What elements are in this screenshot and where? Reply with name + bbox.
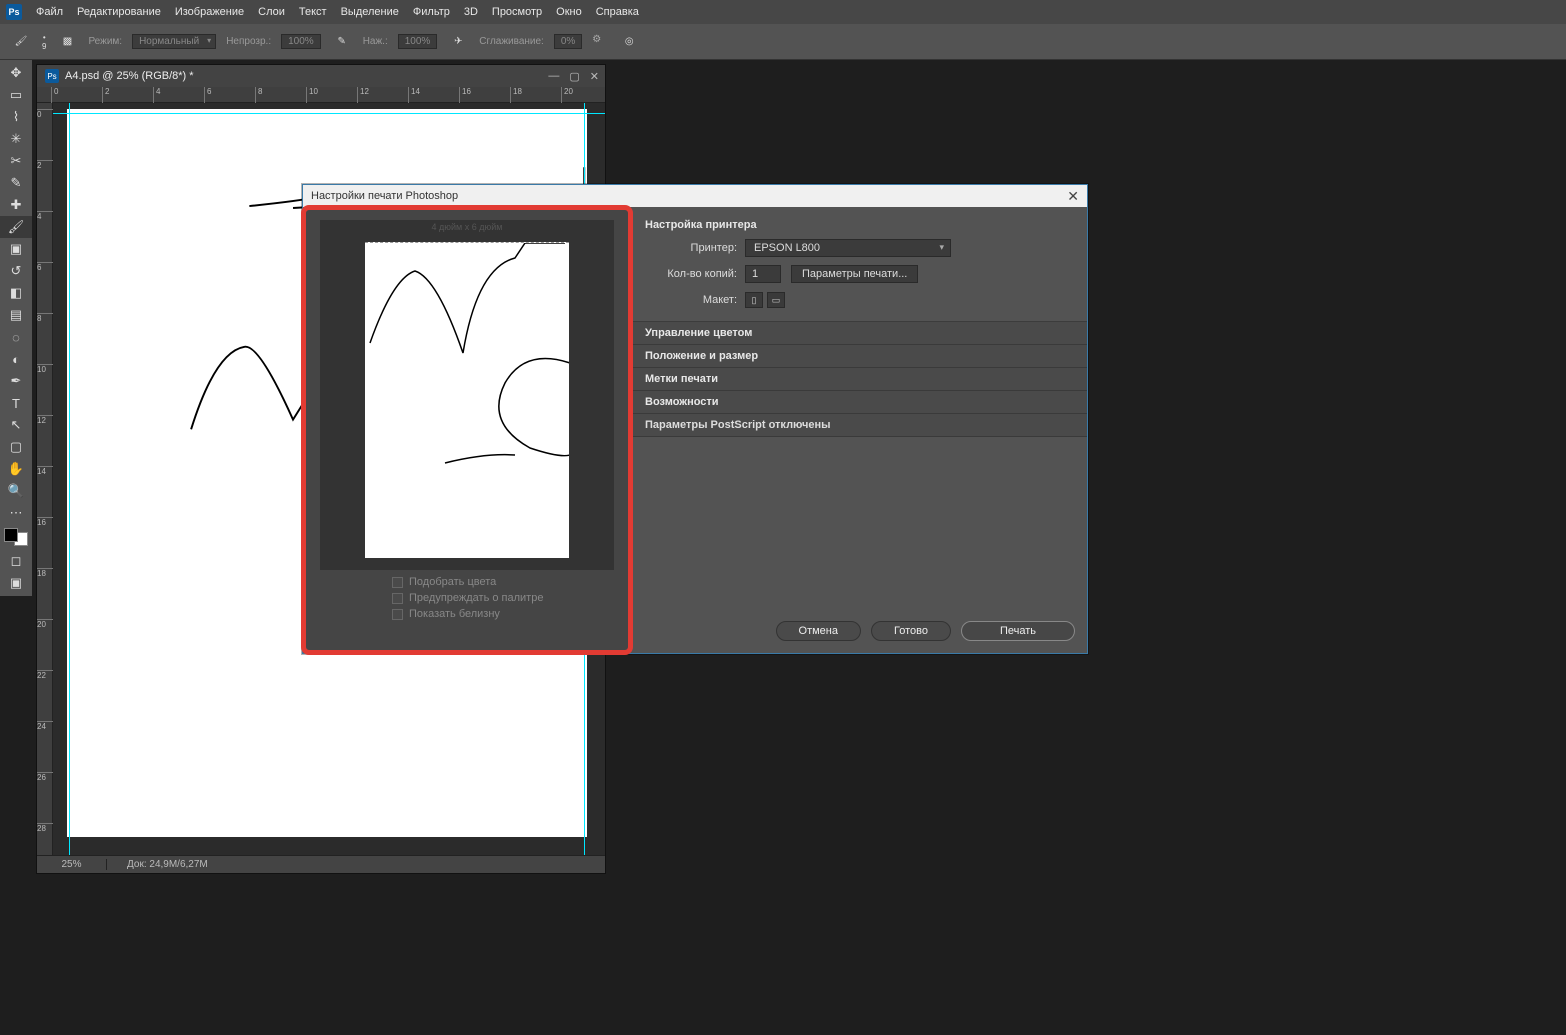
blur-icon[interactable]: ◌ (0, 326, 32, 348)
menu-layers[interactable]: Слои (258, 6, 285, 18)
cancel-button[interactable]: Отмена (776, 621, 861, 641)
print-preview-pane: 4 дюйм x 6 дюйм Подобрать цвета Предупре… (301, 205, 633, 655)
flow-input[interactable]: 100% (398, 34, 438, 49)
print-preview-page (365, 242, 569, 558)
copies-label: Кол-во копий: (633, 268, 745, 280)
mode-select[interactable]: Нормальный (132, 34, 216, 49)
brush-size-value: 9 (42, 42, 46, 51)
opacity-input[interactable]: 100% (281, 34, 321, 49)
doc-ps-icon: Ps (45, 69, 59, 83)
menu-help[interactable]: Справка (596, 6, 639, 18)
printer-setup-header: Настройка принтера (633, 215, 1087, 235)
opacity-label: Непрозр.: (226, 36, 271, 47)
layout-portrait-icon[interactable]: ▯ (745, 292, 763, 308)
check-match-colors: Подобрать цвета (392, 576, 628, 588)
section-position-size[interactable]: Положение и размер (633, 345, 1087, 368)
marquee-icon[interactable]: ▭ (0, 84, 32, 106)
section-postscript[interactable]: Параметры PostScript отключены (633, 414, 1087, 437)
document-titlebar: Ps A4.psd @ 25% (RGB/8*) * — ▢ ✕ (37, 65, 605, 87)
zoom-level[interactable]: 25% (37, 859, 107, 870)
preview-size-label: 4 дюйм x 6 дюйм (320, 222, 614, 232)
shape-icon[interactable]: ▢ (0, 436, 32, 458)
layout-label: Макет: (633, 294, 745, 306)
flow-label: Наж.: (363, 36, 388, 47)
heal-icon[interactable]: ✚ (0, 194, 32, 216)
close-icon[interactable]: ✕ (1067, 188, 1079, 205)
brush-size-picker[interactable]: •9 (42, 33, 46, 51)
maximize-icon[interactable]: ▢ (569, 70, 579, 83)
menu-view[interactable]: Просмотр (492, 6, 542, 18)
screen-mode-icon[interactable]: ▣ (0, 572, 32, 594)
stamp-icon[interactable]: ▣ (0, 238, 32, 260)
history-brush-icon[interactable]: ↺ (0, 260, 32, 282)
guide-vertical[interactable] (69, 103, 70, 855)
menu-filter[interactable]: Фильтр (413, 6, 450, 18)
printer-select[interactable]: EPSON L800 (745, 239, 951, 257)
check-show-white: Показать белизну (392, 608, 628, 620)
ruler-horizontal: 02468101214161820 (37, 87, 605, 103)
smooth-options-icon[interactable]: ⚙ (592, 34, 608, 50)
section-print-marks[interactable]: Метки печати (633, 368, 1087, 391)
eyedropper-icon[interactable]: ✎ (0, 172, 32, 194)
layout-landscape-icon[interactable]: ▭ (767, 292, 785, 308)
minimize-icon[interactable]: — (548, 70, 559, 83)
print-params-button[interactable]: Параметры печати... (791, 265, 918, 283)
copies-input[interactable]: 1 (745, 265, 781, 283)
gradient-icon[interactable]: ▤ (0, 304, 32, 326)
move-icon[interactable]: ✥ (0, 62, 32, 84)
tool-preset-icon[interactable]: 🖌 (10, 31, 32, 53)
printer-label: Принтер: (633, 242, 745, 254)
mode-label: Режим: (88, 36, 122, 47)
eraser-icon[interactable]: ◧ (0, 282, 32, 304)
menu-select[interactable]: Выделение (341, 6, 399, 18)
menu-window[interactable]: Окно (556, 6, 582, 18)
dialog-title: Настройки печати Photoshop (311, 190, 458, 202)
ruler-vertical: 0246810121416182022242628 (37, 103, 53, 855)
pressure-size-icon[interactable]: ◎ (618, 31, 640, 53)
doc-info[interactable]: Док: 24,9M/6,27M (107, 859, 208, 870)
dialog-titlebar[interactable]: Настройки печати Photoshop ✕ (303, 185, 1087, 207)
done-button[interactable]: Готово (871, 621, 951, 641)
airbrush-icon[interactable]: ✈ (447, 31, 469, 53)
menu-edit[interactable]: Редактирование (77, 6, 161, 18)
path-icon[interactable]: ↖ (0, 414, 32, 436)
smooth-input[interactable]: 0% (554, 34, 582, 49)
brush-panel-icon[interactable]: ▩ (56, 31, 78, 53)
wand-icon[interactable]: ✳ (0, 128, 32, 150)
quick-mask-icon[interactable]: ◻ (0, 550, 32, 572)
toolbox: ✥▭⌇✳✂✎✚🖌▣↺◧▤◌◐✒T↖▢✋🔍⋯◻▣ (0, 60, 32, 596)
lasso-icon[interactable]: ⌇ (0, 106, 32, 128)
preview-drawing (365, 243, 569, 558)
type-icon[interactable]: T (0, 392, 32, 414)
main-menubar: Ps Файл Редактирование Изображение Слои … (0, 0, 1566, 24)
menu-image[interactable]: Изображение (175, 6, 244, 18)
menu-text[interactable]: Текст (299, 6, 327, 18)
print-button[interactable]: Печать (961, 621, 1075, 641)
status-bar: 25% Док: 24,9M/6,27M (37, 855, 605, 873)
smooth-label: Сглаживание: (479, 36, 544, 47)
document-title: A4.psd @ 25% (RGB/8*) * (65, 70, 194, 82)
app-icon: Ps (6, 4, 22, 20)
section-color-management[interactable]: Управление цветом (633, 322, 1087, 345)
pressure-opacity-icon[interactable]: ✎ (331, 31, 353, 53)
dodge-icon[interactable]: ◐ (0, 348, 32, 370)
crop-icon[interactable]: ✂ (0, 150, 32, 172)
guide-horizontal[interactable] (53, 113, 605, 114)
color-swatch[interactable] (4, 528, 28, 546)
brush-icon[interactable]: 🖌 (0, 216, 32, 238)
hand-icon[interactable]: ✋ (0, 458, 32, 480)
zoom-icon[interactable]: 🔍 (0, 480, 32, 502)
section-capabilities[interactable]: Возможности (633, 391, 1087, 414)
menu-file[interactable]: Файл (36, 6, 63, 18)
check-gamut-warning: Предупреждать о палитре (392, 592, 628, 604)
close-doc-icon[interactable]: ✕ (590, 70, 599, 83)
options-bar: 🖌 •9 ▩ Режим: Нормальный Непрозр.: 100% … (0, 24, 1566, 60)
menu-3d[interactable]: 3D (464, 6, 478, 18)
print-dialog: Настройки печати Photoshop ✕ 4 дюйм x 6 … (302, 184, 1088, 654)
pen-icon[interactable]: ✒ (0, 370, 32, 392)
edit-toolbar-icon[interactable]: ⋯ (0, 502, 32, 524)
